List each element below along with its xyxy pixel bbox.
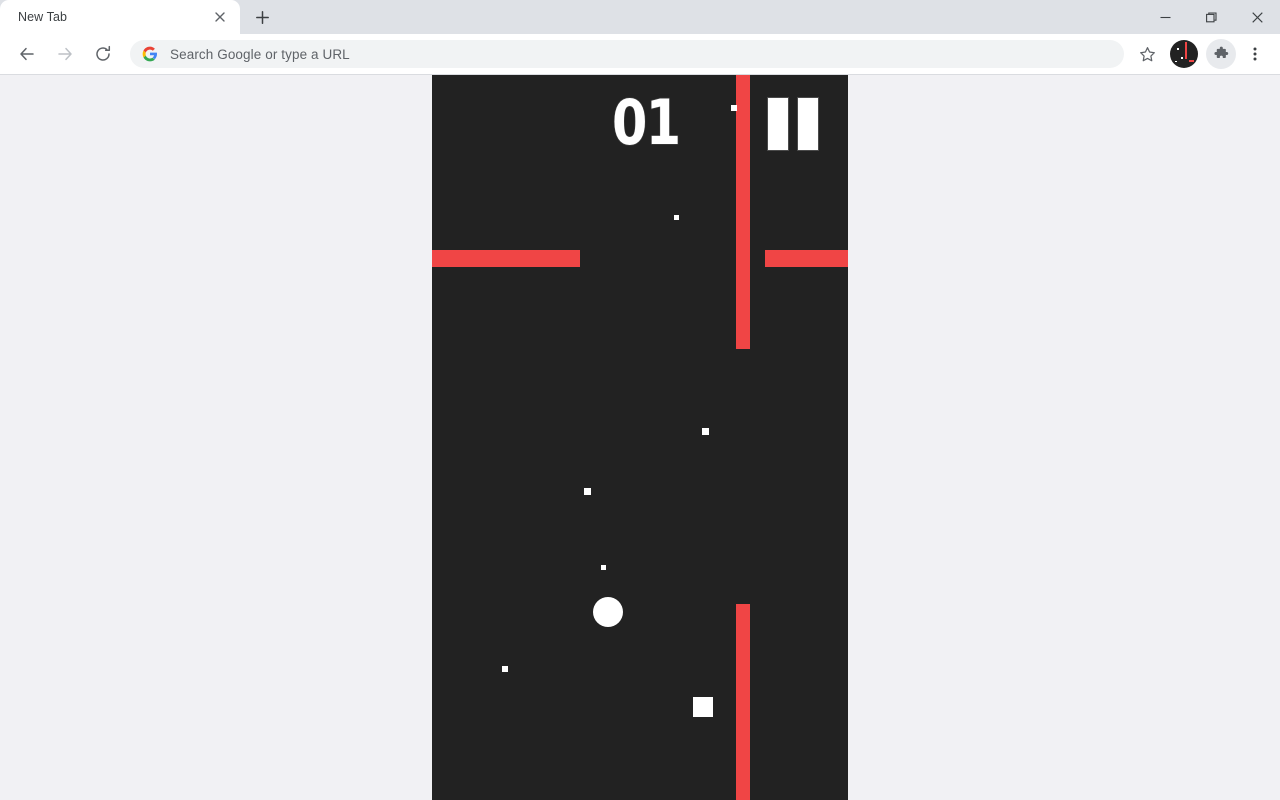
particle-dot <box>702 428 709 435</box>
back-arrow-icon[interactable] <box>12 39 42 69</box>
square-block <box>693 697 713 717</box>
page-content: 01 <box>0 75 1280 800</box>
player-ball <box>593 597 623 627</box>
pause-icon-bar-right <box>797 97 819 151</box>
google-g-icon <box>142 46 158 62</box>
search-input[interactable]: Search Google or type a URL <box>170 47 350 62</box>
particle-dot <box>674 215 679 220</box>
pause-icon-bar-left <box>767 97 789 151</box>
forward-arrow-icon <box>50 39 80 69</box>
tab-title: New Tab <box>18 10 68 24</box>
horizontal-bar-left <box>432 250 580 267</box>
address-bar[interactable]: Search Google or type a URL <box>130 40 1124 68</box>
avatar-dot <box>1181 57 1183 60</box>
star-icon[interactable] <box>1132 39 1162 69</box>
three-dot-menu-icon[interactable] <box>1240 39 1270 69</box>
game-stage[interactable]: 01 <box>432 75 848 800</box>
minimize-icon[interactable] <box>1142 0 1188 34</box>
particle-dot <box>502 666 508 672</box>
toolbar-actions <box>1130 39 1272 69</box>
avatar-dot <box>1177 48 1179 51</box>
vertical-bar-top <box>736 75 750 349</box>
particle-dot <box>584 488 591 495</box>
window-controls <box>1142 0 1280 34</box>
close-window-icon[interactable] <box>1234 0 1280 34</box>
avatar-game-bar <box>1185 41 1188 60</box>
avatar-game-bar-2 <box>1189 60 1195 63</box>
puzzle-piece-icon[interactable] <box>1206 39 1236 69</box>
tab-new-tab[interactable]: New Tab <box>0 0 240 34</box>
avatar-dot <box>1175 60 1177 63</box>
browser-toolbar: Search Google or type a URL <box>0 34 1280 75</box>
close-icon[interactable] <box>210 7 230 27</box>
profile-avatar[interactable] <box>1170 40 1198 68</box>
particle-dot <box>731 105 737 111</box>
reload-icon[interactable] <box>88 39 118 69</box>
browser-window: New Tab Search Google or type a URL 01 <box>0 0 1280 800</box>
maximize-restore-icon[interactable] <box>1188 0 1234 34</box>
score-display: 01 <box>611 86 681 159</box>
pause-button[interactable] <box>767 97 819 151</box>
tab-strip: New Tab <box>0 0 1280 34</box>
particle-dot <box>601 565 606 570</box>
horizontal-bar-right <box>765 250 848 267</box>
vertical-bar-bottom <box>736 604 750 800</box>
new-tab-button[interactable] <box>248 3 276 31</box>
